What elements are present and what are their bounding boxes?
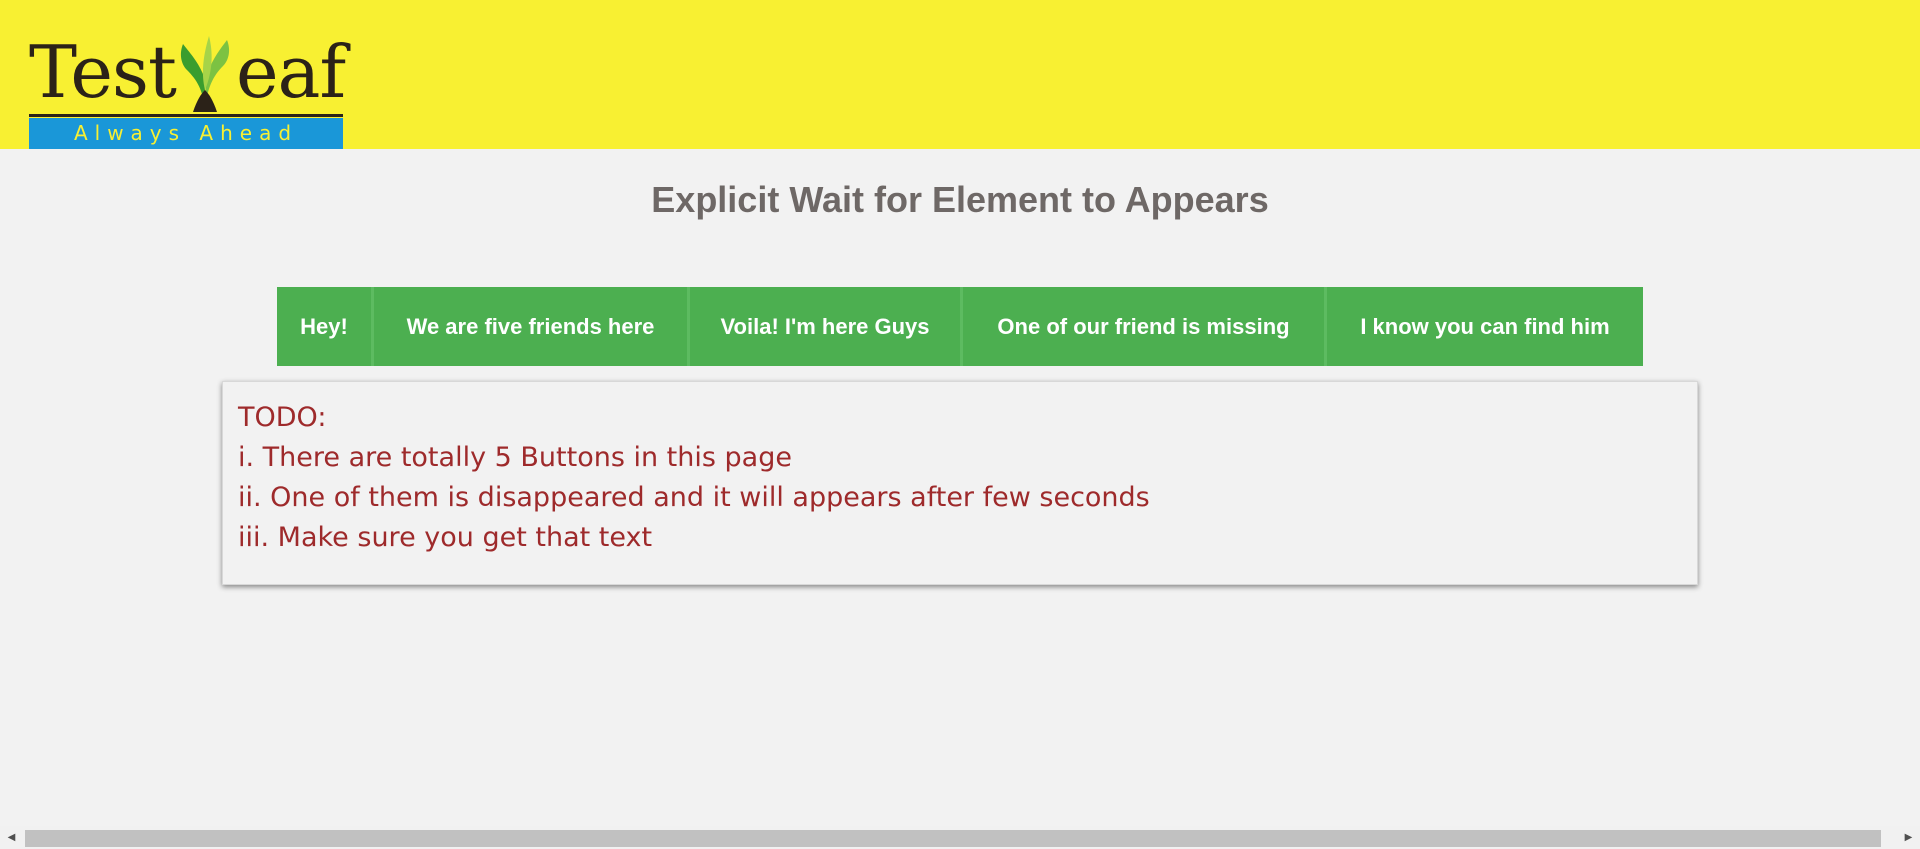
leaf-icon — [180, 36, 230, 112]
find-him-button[interactable]: I know you can find him — [1327, 287, 1643, 366]
page: Test eaf Always Ahead Explicit Wait for E… — [0, 0, 1920, 849]
logo-underline — [29, 114, 343, 117]
header: Test eaf Always Ahead — [0, 0, 1920, 149]
todo-item: iii. Make sure you get that text — [238, 522, 653, 553]
todo-box: TODO: i. There are totally 5 Buttons in … — [222, 381, 1698, 585]
hey-button[interactable]: Hey! — [277, 287, 374, 366]
todo-item: ii. One of them is disappeared and it wi… — [238, 482, 1150, 513]
logo-word-right: eaf — [235, 30, 346, 114]
five-friends-button[interactable]: We are five friends here — [374, 287, 690, 366]
horizontal-scrollbar[interactable]: ◀ ▶ — [0, 826, 1920, 849]
todo-item: i. There are totally 5 Buttons in this p… — [238, 442, 792, 473]
logo-tagline: Always Ahead — [29, 118, 343, 149]
logo-word-left: Test — [29, 30, 177, 114]
testleaf-logo[interactable]: Test eaf Always Ahead — [29, 30, 346, 149]
arrow-left-icon[interactable]: ◀ — [0, 826, 23, 849]
todo-heading: TODO: — [238, 402, 327, 433]
scrollbar-thumb[interactable] — [25, 830, 1881, 847]
page-title: Explicit Wait for Element to Appears — [651, 179, 1269, 220]
button-group: Hey! We are five friends here Voila! I'm… — [277, 287, 1643, 366]
arrow-right-icon[interactable]: ▶ — [1897, 826, 1920, 849]
voila-button[interactable]: Voila! I'm here Guys — [690, 287, 963, 366]
friend-missing-button[interactable]: One of our friend is missing — [963, 287, 1327, 366]
